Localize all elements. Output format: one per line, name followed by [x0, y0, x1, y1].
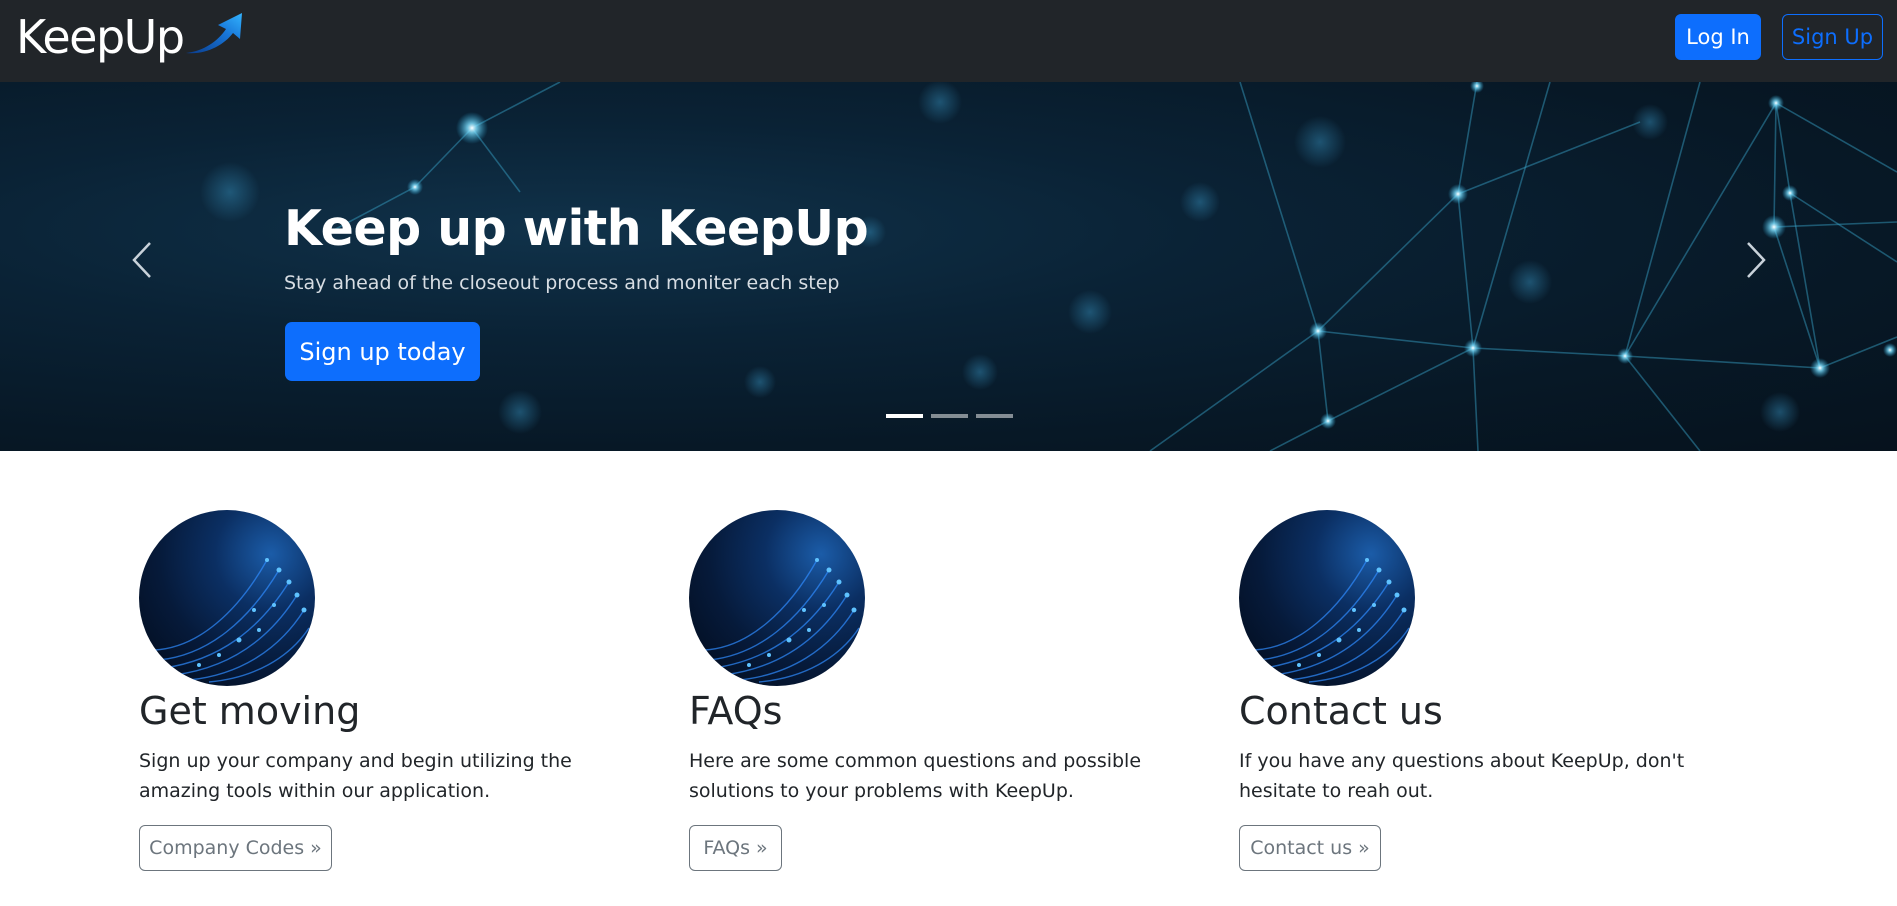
contact-us-button[interactable]: Contact us »	[1239, 825, 1381, 871]
feature-image	[1239, 510, 1415, 686]
feature-title: FAQs	[689, 689, 783, 733]
feature-title: Contact us	[1239, 689, 1443, 733]
carousel-indicator-2[interactable]	[931, 414, 968, 418]
chevron-left-icon	[132, 242, 151, 278]
feature-image	[689, 510, 865, 686]
carousel-indicators	[886, 414, 1013, 418]
brand-name: KeepUp	[16, 10, 185, 64]
chevron-right-icon	[1747, 242, 1766, 278]
brand-logo[interactable]: KeepUp	[16, 12, 244, 62]
feature-column-get-moving: Get moving Sign up your company and begi…	[139, 510, 639, 871]
carousel-indicator-3[interactable]	[976, 414, 1013, 418]
login-button[interactable]: Log In	[1675, 14, 1761, 60]
feature-title: Get moving	[139, 689, 361, 733]
carousel-caption: Keep up with KeepUp Stay ahead of the cl…	[284, 200, 869, 294]
hero-title: Keep up with KeepUp	[284, 200, 869, 257]
carousel-next-button[interactable]	[1736, 230, 1776, 290]
sign-up-today-button[interactable]: Sign up today	[285, 322, 480, 381]
light-streaks-image	[703, 558, 860, 683]
hero-subtitle: Stay ahead of the closeout process and m…	[284, 271, 840, 294]
feature-column-faqs: FAQs Here are some common questions and …	[689, 510, 1189, 871]
feature-image	[139, 510, 315, 686]
faqs-button[interactable]: FAQs »	[689, 825, 782, 871]
light-streaks-image	[153, 558, 310, 683]
carousel-indicator-1[interactable]	[886, 414, 923, 418]
signup-button[interactable]: Sign Up	[1782, 14, 1883, 60]
navbar: KeepUp Log In Sign Up	[0, 0, 1897, 82]
feature-description: If you have any questions about KeepUp, …	[1239, 749, 1685, 802]
light-streaks-image	[1253, 558, 1410, 683]
hero-carousel: Keep up with KeepUp Stay ahead of the cl…	[0, 82, 1897, 451]
feature-column-contact: Contact us If you have any questions abo…	[1239, 510, 1739, 871]
company-codes-button[interactable]: Company Codes »	[139, 825, 332, 871]
arrow-logo-icon	[185, 13, 242, 54]
carousel-prev-button[interactable]	[122, 230, 162, 290]
feature-description: Here are some common questions and possi…	[689, 749, 1142, 802]
feature-description: Sign up your company and begin utilizing…	[139, 749, 572, 802]
